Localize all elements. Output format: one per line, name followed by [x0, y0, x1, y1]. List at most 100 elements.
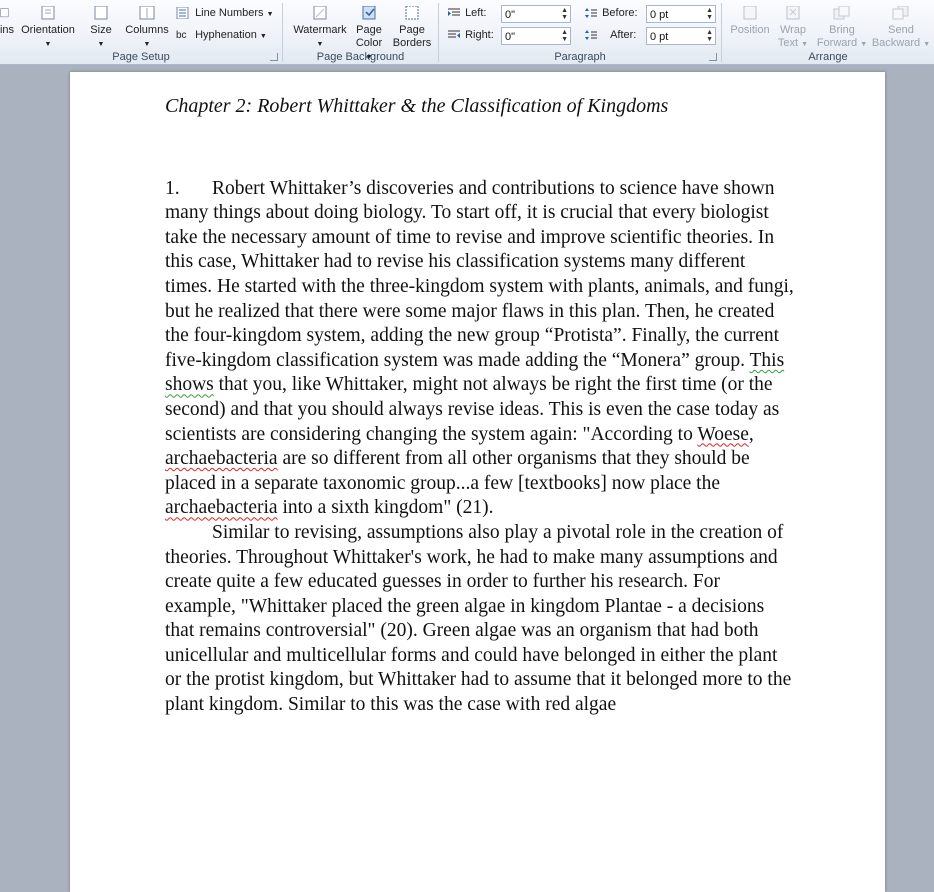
spin-arrows-icon[interactable]: ▲ ▼ — [561, 7, 568, 21]
chevron-down-icon: ▼ — [860, 41, 868, 48]
page-background-group: Watermark ▼ Page Color ▼ Page Borders Pa… — [283, 0, 438, 64]
size-icon — [94, 6, 108, 20]
text-run: that you, like Whittaker, might not alwa… — [165, 374, 780, 445]
wrap-text-icon — [786, 6, 800, 20]
position-button[interactable]: Position — [724, 6, 776, 37]
spelling-flag[interactable]: Woese — [697, 424, 749, 445]
columns-icon — [139, 6, 155, 20]
page-color-label-2: Color — [355, 37, 383, 49]
wrap-text-label-2: Text — [777, 37, 799, 49]
size-button[interactable]: Size ▼ — [84, 6, 118, 51]
spacing-before-input[interactable]: 0 pt ▲ ▼ — [646, 5, 716, 23]
indent-right-icon — [448, 30, 460, 39]
spin-arrows-icon[interactable]: ▲ ▼ — [706, 7, 713, 21]
columns-button[interactable]: Columns ▼ — [122, 6, 172, 51]
text-run: Robert Whittaker’s discoveries and contr… — [165, 177, 794, 371]
chevron-down-icon: ▼ — [266, 11, 274, 18]
paragraph-2[interactable]: Similar to revising, assumptions also pl… — [165, 521, 795, 718]
wrap-text-label-1: Wrap — [779, 24, 807, 36]
position-label: Position — [730, 24, 770, 36]
wrap-text-button[interactable]: Wrap Text ▼ — [772, 6, 814, 51]
position-icon — [743, 6, 757, 20]
spacing-after-value: 0 pt — [650, 31, 669, 43]
margins-icon — [0, 8, 9, 18]
spin-arrows-icon[interactable]: ▲ ▼ — [561, 29, 568, 43]
chevron-down-icon: ▼ — [801, 41, 809, 48]
send-backward-label-1: Send — [888, 24, 914, 36]
arrange-group: Position Wrap Text ▼ Bring Forward ▼ Sen… — [722, 0, 934, 64]
chevron-down-icon: ▼ — [97, 41, 105, 48]
text-run: Similar to revising, assumptions also pl… — [165, 521, 792, 716]
spacing-before-icon — [585, 8, 597, 19]
text-run: , — [748, 423, 754, 445]
paragraph-1[interactable]: 1. Robert Whittaker’s discoveries and con… — [165, 177, 795, 521]
paragraph-label: Paragraph — [554, 51, 606, 63]
document-page[interactable]: Chapter 2: Robert Whittaker & the Classi… — [70, 72, 885, 892]
hyphenation-icon: bc — [176, 30, 187, 41]
page-borders-label-2: Borders — [392, 37, 432, 49]
chevron-down-icon: ▼ — [923, 41, 931, 48]
bring-forward-icon — [833, 6, 850, 20]
spacing-before-row: Before: — [585, 7, 638, 19]
margins-button[interactable]: ins — [0, 6, 16, 37]
indent-left-value: 0" — [505, 9, 516, 21]
margins-label: ins — [0, 24, 15, 36]
bring-forward-label-2: Forward — [816, 37, 858, 49]
page-borders-label-1: Page — [399, 24, 425, 36]
send-backward-label-2: Backward — [871, 37, 921, 49]
ribbon: ins Orientation ▼ Size ▼ Columns ▼ Line … — [0, 0, 934, 65]
page-setup-label: Page Setup — [112, 51, 170, 63]
indent-right-label: Right: — [465, 29, 494, 41]
spelling-flag[interactable]: archaebacteria — [165, 448, 278, 469]
spacing-before-label: Before: — [602, 7, 638, 19]
bring-forward-label-1: Bring — [829, 24, 855, 36]
indent-right-input[interactable]: 0" ▲ ▼ — [501, 27, 571, 45]
page-borders-button[interactable]: Page Borders — [391, 6, 433, 50]
arrange-label: Arrange — [808, 51, 848, 63]
hyphenation-label: Hyphenation — [195, 29, 257, 41]
indent-left-input[interactable]: 0" ▲ ▼ — [501, 5, 571, 23]
list-number: 1. — [165, 177, 180, 199]
chevron-down-icon: ▼ — [44, 41, 52, 48]
hyphenation-button[interactable]: bc Hyphenation ▼ — [176, 29, 267, 41]
orientation-icon — [41, 6, 55, 20]
page-background-label: Page Background — [316, 51, 405, 63]
line-numbers-button[interactable]: Line Numbers ▼ — [176, 6, 274, 20]
indent-left-icon — [448, 8, 460, 17]
chevron-down-icon: ▼ — [143, 41, 151, 48]
spin-arrows-icon[interactable]: ▲ ▼ — [706, 29, 713, 43]
line-numbers-icon — [176, 6, 189, 20]
spelling-flag[interactable]: archaebacteria — [165, 497, 278, 518]
indent-left-label: Left: — [465, 7, 487, 19]
chapter-title[interactable]: Chapter 2: Robert Whittaker & the Classi… — [165, 94, 795, 119]
send-backward-button[interactable]: Send Backward ▼ — [870, 6, 932, 51]
line-numbers-label: Line Numbers — [195, 7, 264, 19]
orientation-button[interactable]: Orientation ▼ — [17, 6, 79, 51]
page-setup-launcher-icon[interactable] — [270, 53, 278, 61]
page-color-label-1: Page — [356, 24, 382, 36]
size-label: Size — [90, 24, 112, 36]
spacing-after-input[interactable]: 0 pt ▲ ▼ — [646, 27, 716, 45]
document-body[interactable]: Chapter 2: Robert Whittaker & the Classi… — [165, 94, 795, 718]
chevron-down-icon: ▼ — [316, 41, 324, 48]
spacing-after-row: After: — [585, 29, 636, 41]
watermark-button[interactable]: Watermark ▼ — [287, 6, 353, 51]
send-backward-icon — [892, 6, 909, 20]
spacing-before-value: 0 pt — [650, 9, 669, 21]
paragraph-launcher-icon[interactable] — [709, 53, 717, 61]
chevron-down-icon: ▼ — [259, 33, 267, 40]
watermark-icon — [313, 6, 327, 20]
spacing-after-label: After: — [610, 29, 637, 41]
indent-right-row: Right: — [448, 29, 494, 41]
paragraph-group: Left: 0" ▲ ▼ Right: 0" ▲ ▼ Before: 0 pt ▲ ▼… — [439, 0, 721, 64]
bring-forward-button[interactable]: Bring Forward ▼ — [814, 6, 870, 51]
page-color-icon — [362, 6, 376, 20]
spacing-after-icon — [585, 30, 597, 41]
columns-label: Columns — [125, 24, 169, 36]
indent-right-value: 0" — [505, 31, 516, 43]
page-borders-icon — [405, 6, 419, 20]
text-run: into a sixth kingdom" (21). — [277, 497, 494, 519]
watermark-label: Watermark — [293, 24, 347, 36]
page-setup-group: ins Orientation ▼ Size ▼ Columns ▼ Line … — [0, 0, 282, 64]
indent-left-row: Left: — [448, 7, 486, 19]
